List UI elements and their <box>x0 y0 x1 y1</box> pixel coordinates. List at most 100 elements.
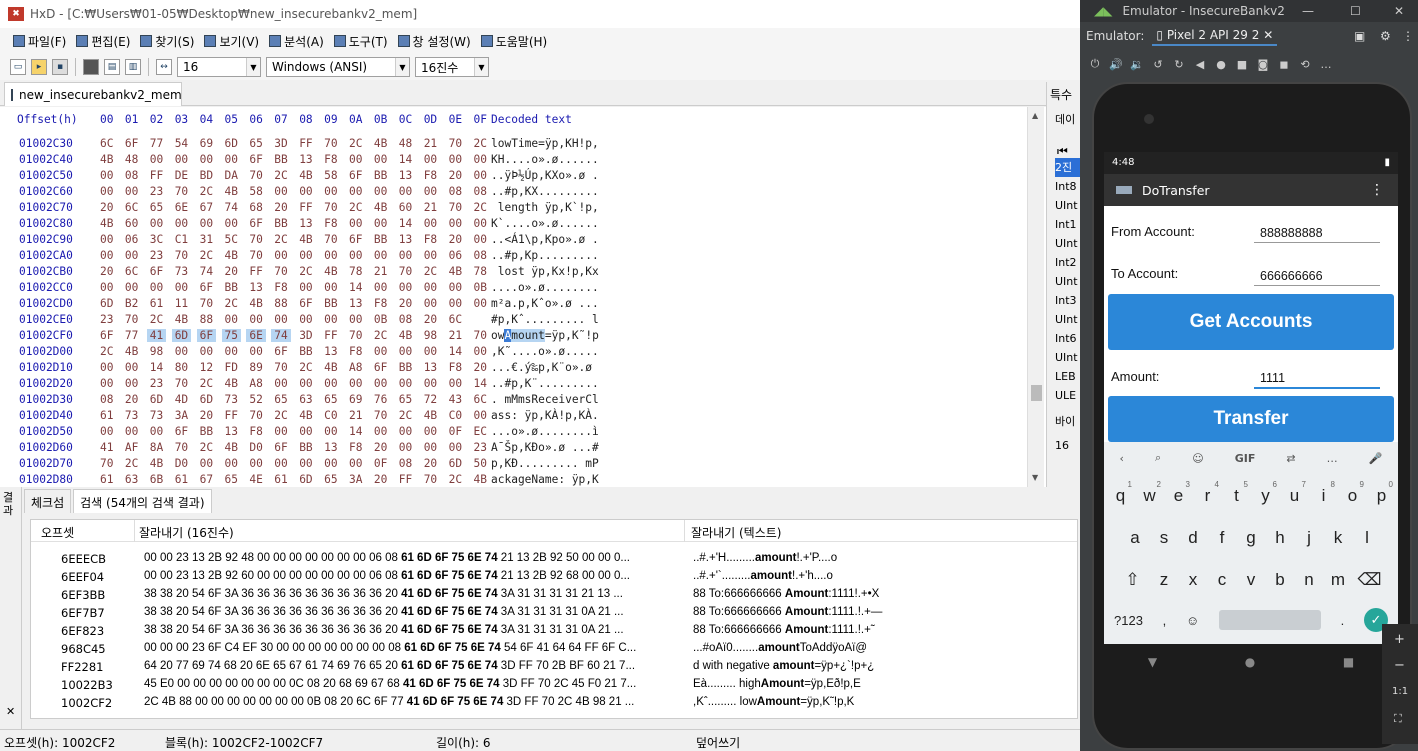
hex-byte[interactable]: 13 <box>324 345 337 358</box>
hex-byte[interactable]: 0B <box>474 281 487 294</box>
hex-byte[interactable]: 88 <box>200 313 213 326</box>
hex-byte[interactable]: 20 <box>374 473 387 486</box>
result-row[interactable]: 6EF7B7 38 38 20 54 6F 3A 36 36 36 36 36 3… <box>31 606 1077 624</box>
hex-byte[interactable]: 00 <box>449 217 462 230</box>
hex-byte[interactable]: 00 <box>175 153 188 166</box>
hex-byte[interactable]: 00 <box>424 297 437 310</box>
hex-byte[interactable]: FF <box>249 265 262 278</box>
new-file-icon[interactable]: ▭ <box>10 59 26 75</box>
hex-byte[interactable]: 6D <box>171 329 192 342</box>
hex-byte[interactable]: 73 <box>125 409 138 422</box>
decoded-text[interactable]: ..ÿÞ½Úp,KXo».ø . <box>491 169 599 182</box>
hex-byte[interactable]: 58 <box>249 185 262 198</box>
hex-byte[interactable]: 08 <box>399 313 412 326</box>
hex-byte[interactable]: 70 <box>175 377 188 390</box>
hex-byte[interactable]: BB <box>299 441 312 454</box>
hex-byte[interactable]: 00 <box>125 185 138 198</box>
hex-byte[interactable]: 00 <box>349 185 362 198</box>
get-accounts-button[interactable]: Get Accounts <box>1108 294 1394 350</box>
hex-byte[interactable]: F8 <box>349 441 362 454</box>
first-record-icon[interactable]: ⏮ <box>1057 144 1068 159</box>
hex-byte[interactable]: FF <box>150 169 163 182</box>
hex-byte[interactable]: 00 <box>125 425 138 438</box>
hex-byte[interactable]: F8 <box>424 169 437 182</box>
hex-byte[interactable]: 00 <box>274 377 287 390</box>
hex-byte[interactable]: 4B <box>150 457 163 470</box>
hex-byte[interactable]: 74 <box>200 265 213 278</box>
device-tab[interactable]: ▯ Pixel 2 API 29 2 ✕ <box>1152 26 1278 46</box>
hex-byte[interactable]: 70 <box>175 249 188 262</box>
hex-byte[interactable]: 00 <box>374 425 387 438</box>
hex-byte[interactable]: 74 <box>225 201 238 214</box>
key-g[interactable]: g <box>1237 528 1266 548</box>
hex-byte[interactable]: 00 <box>324 281 337 294</box>
hex-byte[interactable]: 00 <box>225 345 238 358</box>
gear-icon[interactable]: ⚙ <box>1380 29 1391 43</box>
hex-byte[interactable]: 4B <box>299 169 312 182</box>
hex-byte[interactable]: 2C <box>200 185 213 198</box>
hex-byte[interactable]: 2C <box>449 473 462 486</box>
hex-byte[interactable]: 00 <box>299 249 312 262</box>
hex-byte[interactable]: 00 <box>299 377 312 390</box>
hex-byte[interactable]: 13 <box>249 281 262 294</box>
key-t[interactable]: t5 <box>1222 480 1251 506</box>
hex-byte[interactable]: 4B <box>225 441 238 454</box>
hex-byte[interactable]: 20 <box>374 441 387 454</box>
hex-byte[interactable]: 13 <box>299 153 312 166</box>
zoom-in-icon[interactable]: + <box>1394 632 1405 647</box>
hex-byte[interactable]: 43 <box>449 393 462 406</box>
hex-byte[interactable]: 0F <box>374 457 387 470</box>
hex-byte[interactable]: 13 <box>324 441 337 454</box>
decoded-text[interactable]: lowTime=ÿp,KH!p, <box>491 137 599 150</box>
decoded-text[interactable]: #p,Kˆ......... l <box>491 313 599 326</box>
hex-byte[interactable]: 00 <box>249 457 262 470</box>
hex-byte[interactable]: 4B <box>374 201 387 214</box>
data-inspector-item[interactable]: UInt <box>1055 272 1080 291</box>
hex-byte[interactable]: DE <box>175 169 188 182</box>
nav-back-icon[interactable]: ▼ <box>1148 655 1157 669</box>
chevron-down-icon[interactable]: ▼ <box>474 58 488 76</box>
decoded-text[interactable]: ass: ÿp,KÀ!p,KÀ. <box>491 409 599 422</box>
hex-byte[interactable]: 6C <box>449 313 462 326</box>
hex-byte[interactable]: 20 <box>399 297 412 310</box>
hex-byte[interactable]: 4B <box>374 137 387 150</box>
result-row[interactable]: 6EEECB 00 00 23 13 2B 92 48 00 00 00 00 0… <box>31 552 1077 570</box>
hex-byte[interactable]: 23 <box>150 185 163 198</box>
hex-byte[interactable]: 4B <box>175 313 188 326</box>
results-column-header[interactable]: 잘라내기 (텍스트) <box>691 524 781 541</box>
hex-byte[interactable]: 20 <box>274 201 287 214</box>
hex-byte[interactable]: FF <box>399 473 412 486</box>
hex-byte[interactable]: 00 <box>474 345 487 358</box>
hex-byte[interactable]: 00 <box>299 281 312 294</box>
hex-byte[interactable]: 70 <box>249 233 262 246</box>
key-j[interactable]: j <box>1295 528 1324 548</box>
hex-byte[interactable]: 20 <box>125 393 138 406</box>
hex-byte[interactable]: 65 <box>274 393 287 406</box>
hex-byte[interactable]: 06 <box>125 233 138 246</box>
hex-byte[interactable]: 69 <box>349 393 362 406</box>
hex-byte[interactable]: 00 <box>150 425 163 438</box>
screenshot-icon[interactable]: ◙ <box>1256 57 1270 71</box>
hex-byte[interactable]: 08 <box>399 457 412 470</box>
key-q[interactable]: q1 <box>1106 480 1135 506</box>
hex-byte[interactable]: 61 <box>274 473 287 486</box>
hex-byte[interactable]: 70 <box>474 329 487 342</box>
hex-byte[interactable]: FF <box>299 137 312 150</box>
hex-byte[interactable]: 70 <box>100 457 113 470</box>
hex-byte[interactable]: 65 <box>324 393 337 406</box>
hex-byte[interactable]: 63 <box>125 473 138 486</box>
hex-byte[interactable]: 00 <box>299 425 312 438</box>
results-column-header[interactable]: 잘라내기 (16진수) <box>139 524 234 541</box>
decoded-text[interactable]: m²a.p,Kˆo».ø ... <box>491 297 599 310</box>
menu-item[interactable]: 보기(V) <box>199 33 264 50</box>
hex-byte[interactable]: 70 <box>249 249 262 262</box>
hex-byte[interactable]: 73 <box>225 393 238 406</box>
hex-byte[interactable]: 00 <box>349 313 362 326</box>
hex-byte[interactable]: 6C <box>474 393 487 406</box>
hex-byte[interactable]: 2C <box>299 265 312 278</box>
hex-byte[interactable]: 14 <box>449 345 462 358</box>
hex-byte[interactable]: 00 <box>125 377 138 390</box>
hex-byte[interactable]: 41 <box>100 441 113 454</box>
back-icon[interactable]: ◀ <box>1193 57 1207 71</box>
hex-byte[interactable]: 21 <box>424 137 437 150</box>
